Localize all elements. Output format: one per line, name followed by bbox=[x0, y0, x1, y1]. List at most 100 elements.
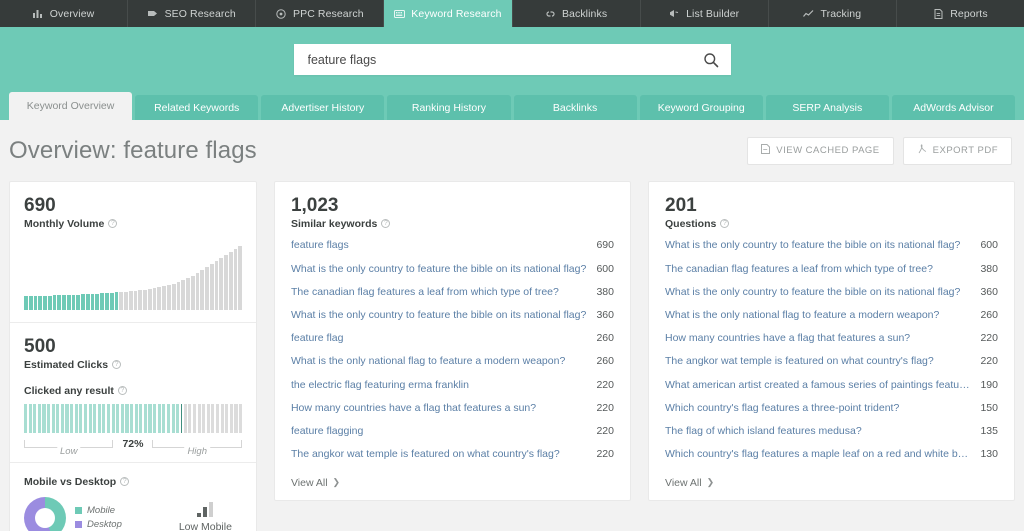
volume-bar bbox=[143, 290, 147, 310]
monthly-volume-value: 690 bbox=[24, 195, 56, 216]
click-bar bbox=[239, 403, 243, 433]
label-text: Estimated Clicks bbox=[24, 358, 109, 371]
click-bar bbox=[206, 403, 210, 433]
tab-ranking-history[interactable]: Ranking History bbox=[387, 95, 511, 120]
keyword-link[interactable]: The angkor wat temple is featured on wha… bbox=[665, 355, 944, 367]
device-donut-chart bbox=[24, 496, 66, 531]
nav-item-backlinks[interactable]: Backlinks bbox=[513, 0, 641, 27]
nav-item-overview[interactable]: Overview bbox=[0, 0, 129, 27]
keyword-link[interactable]: The flag of which island features medusa… bbox=[665, 425, 872, 437]
view-all-label: View All bbox=[665, 476, 702, 489]
keyword-row[interactable]: feature flags 690 bbox=[291, 234, 614, 257]
keyword-row[interactable]: The flag of which island features medusa… bbox=[665, 419, 998, 442]
click-bar bbox=[88, 403, 92, 433]
tab-label: SERP Analysis bbox=[792, 101, 863, 114]
tag-icon bbox=[148, 8, 159, 19]
tab-related-keywords[interactable]: Related Keywords bbox=[135, 95, 259, 120]
similar-keywords-view-all[interactable]: View All ❯ bbox=[275, 466, 630, 500]
search-input[interactable] bbox=[307, 52, 703, 67]
keyword-volume: 220 bbox=[980, 355, 998, 368]
keyword-row[interactable]: Which country's flag features a three-po… bbox=[665, 396, 998, 419]
keyword-row[interactable]: The angkor wat temple is featured on wha… bbox=[291, 443, 614, 466]
search-box[interactable] bbox=[293, 44, 731, 75]
help-icon[interactable]: ? bbox=[108, 219, 118, 229]
click-bar bbox=[202, 403, 206, 433]
keyword-row[interactable]: How many countries have a flag that feat… bbox=[291, 396, 614, 419]
keyword-volume: 130 bbox=[980, 448, 998, 461]
keyword-row[interactable]: What is the only national flag to featur… bbox=[665, 303, 998, 326]
questions-view-all[interactable]: View All ❯ bbox=[649, 466, 1014, 500]
chevron-right-icon: ❯ bbox=[706, 477, 715, 488]
click-bar bbox=[183, 403, 187, 433]
click-bar bbox=[51, 403, 55, 433]
keyword-link[interactable]: Which country's flag features a maple le… bbox=[665, 448, 980, 460]
volume-bar bbox=[162, 285, 166, 310]
click-bar bbox=[171, 403, 175, 433]
click-bar bbox=[180, 403, 183, 433]
nav-item-ppc-research[interactable]: PPC Research bbox=[256, 0, 385, 27]
keyword-row[interactable]: What is the only country to feature the … bbox=[665, 234, 998, 257]
keyword-link[interactable]: feature flagging bbox=[291, 425, 373, 437]
keyword-link[interactable]: the electric flag featuring erma frankli… bbox=[291, 379, 479, 391]
click-percent: 72% bbox=[122, 437, 144, 450]
keyword-row[interactable]: the electric flag featuring erma frankli… bbox=[291, 373, 614, 396]
tab-keyword-grouping[interactable]: Keyword Grouping bbox=[639, 95, 763, 120]
keyword-row[interactable]: The canadian flag features a leaf from w… bbox=[665, 257, 998, 280]
tab-serp-analysis[interactable]: SERP Analysis bbox=[765, 95, 889, 120]
keyword-row[interactable]: The canadian flag features a leaf from w… bbox=[291, 280, 614, 303]
keyword-link[interactable]: What is the only country to feature the … bbox=[665, 239, 970, 251]
keyword-row[interactable]: Which country's flag features a maple le… bbox=[665, 443, 998, 466]
keyword-link[interactable]: feature flags bbox=[291, 239, 359, 251]
keyword-row[interactable]: What is the only national flag to featur… bbox=[291, 350, 614, 373]
nav-item-reports[interactable]: Reports bbox=[897, 0, 1024, 27]
search-icon[interactable] bbox=[703, 52, 719, 68]
keyword-link[interactable]: What is the only country to feature the … bbox=[291, 263, 596, 275]
keyword-row[interactable]: What is the only country to feature the … bbox=[665, 280, 998, 303]
keyword-link[interactable]: What american artist created a famous se… bbox=[665, 379, 980, 391]
keyword-row[interactable]: feature flag 260 bbox=[291, 327, 614, 350]
keyword-link[interactable]: The canadian flag features a leaf from w… bbox=[665, 263, 943, 275]
nav-item-seo-research[interactable]: SEO Research bbox=[128, 0, 257, 27]
volume-bar bbox=[233, 249, 238, 310]
tab-adwords-advisor[interactable]: AdWords Advisor bbox=[891, 95, 1015, 120]
sub-tabs: Keyword Overview Related Keywords Advert… bbox=[0, 92, 1024, 120]
keyword-link[interactable]: What is the only national flag to featur… bbox=[291, 355, 575, 367]
volume-bar bbox=[24, 295, 28, 310]
keyword-row[interactable]: How many countries have a flag that feat… bbox=[665, 327, 998, 350]
keyword-link[interactable]: How many countries have a flag that feat… bbox=[291, 402, 546, 414]
keyword-row[interactable]: The angkor wat temple is featured on wha… bbox=[665, 350, 998, 373]
view-all-label: View All bbox=[290, 476, 328, 489]
tab-keyword-overview[interactable]: Keyword Overview bbox=[9, 92, 133, 120]
keyword-link[interactable]: feature flag bbox=[291, 332, 354, 344]
keyword-row[interactable]: What is the only country to feature the … bbox=[291, 303, 614, 326]
tab-backlinks[interactable]: Backlinks bbox=[513, 95, 637, 120]
keyword-row[interactable]: What american artist created a famous se… bbox=[665, 373, 998, 396]
keyword-link[interactable]: What is the only country to feature the … bbox=[665, 286, 970, 298]
help-icon[interactable]: ? bbox=[120, 477, 130, 487]
help-icon[interactable]: ? bbox=[112, 360, 122, 370]
volume-bar bbox=[195, 272, 200, 310]
nav-item-keyword-research[interactable]: Keyword Research bbox=[384, 0, 513, 27]
view-cached-page-button[interactable]: VIEW CACHED PAGE bbox=[747, 136, 894, 165]
keyword-row[interactable]: What is the only country to feature the … bbox=[291, 257, 614, 280]
click-bar bbox=[120, 403, 124, 433]
keyword-link[interactable]: What is the only country to feature the … bbox=[291, 309, 596, 321]
keyword-link[interactable]: How many countries have a flag that feat… bbox=[665, 332, 920, 344]
help-icon[interactable]: ? bbox=[720, 219, 730, 229]
nav-item-list-builder[interactable]: List Builder bbox=[641, 0, 769, 27]
button-label: EXPORT PDF bbox=[932, 145, 998, 156]
help-icon[interactable]: ? bbox=[381, 219, 391, 229]
help-icon[interactable]: ? bbox=[117, 386, 127, 396]
tab-advertiser-history[interactable]: Advertiser History bbox=[261, 95, 385, 120]
keyword-link[interactable]: The angkor wat temple is featured on wha… bbox=[291, 448, 570, 460]
nav-item-tracking[interactable]: Tracking bbox=[769, 0, 897, 27]
metrics-card: 690 Monthly Volume ? 500 Estimated Click… bbox=[9, 181, 257, 531]
keyword-link[interactable]: The canadian flag features a leaf from w… bbox=[291, 286, 569, 298]
keyword-volume: 380 bbox=[596, 285, 614, 298]
click-bar bbox=[125, 403, 129, 433]
export-pdf-button[interactable]: EXPORT PDF bbox=[902, 136, 1012, 165]
keyword-link[interactable]: Which country's flag features a three-po… bbox=[665, 402, 909, 414]
keyword-link[interactable]: What is the only national flag to featur… bbox=[665, 309, 949, 321]
click-bar bbox=[130, 403, 134, 433]
keyword-row[interactable]: feature flagging 220 bbox=[291, 419, 614, 442]
